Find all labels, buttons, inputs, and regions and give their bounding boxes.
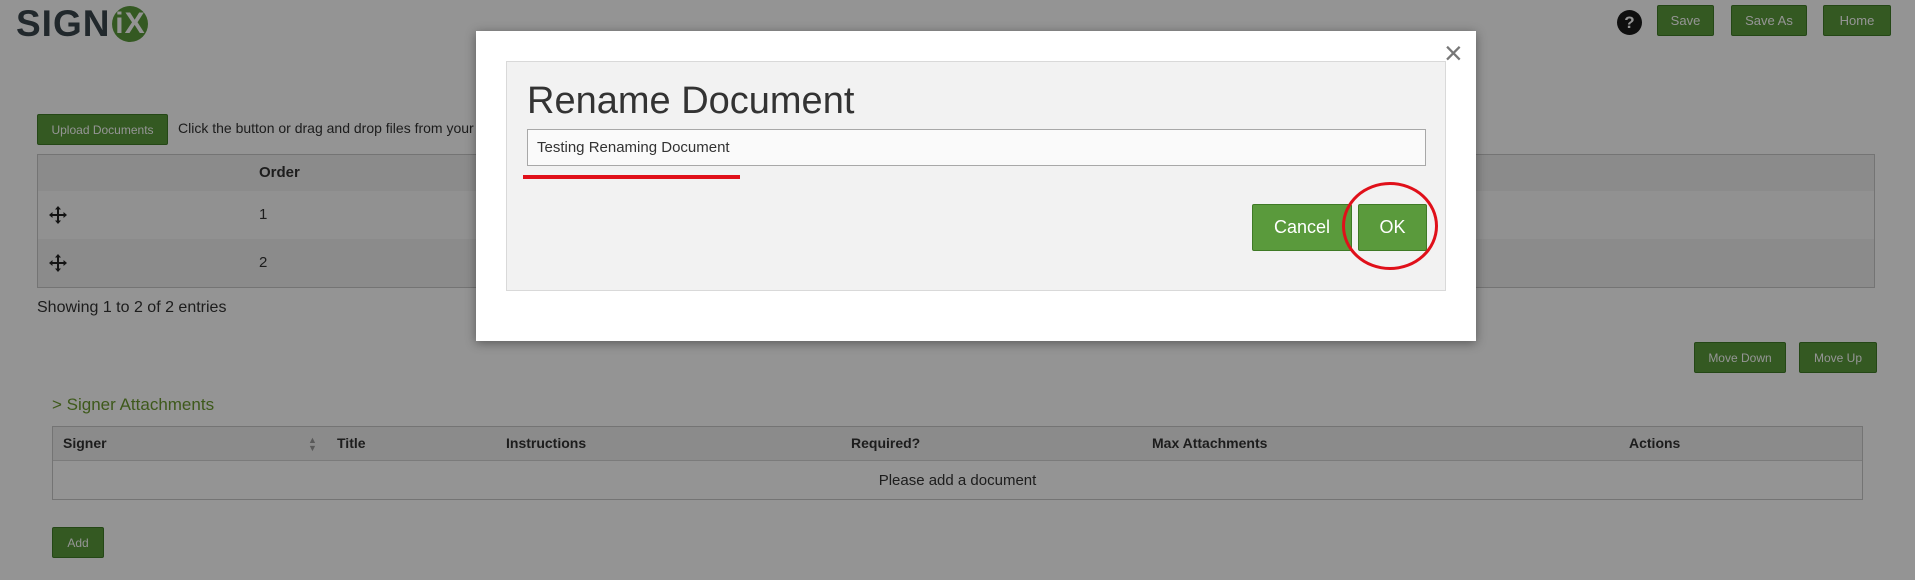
rename-document-dialog: × Rename Document Cancel OK: [476, 31, 1476, 341]
dialog-title: Rename Document: [527, 80, 855, 122]
document-name-input[interactable]: [527, 129, 1426, 166]
cancel-button[interactable]: Cancel: [1252, 204, 1352, 251]
annotation-underline: [523, 175, 740, 179]
close-icon[interactable]: ×: [1444, 37, 1463, 69]
annotation-circle: [1342, 182, 1438, 270]
